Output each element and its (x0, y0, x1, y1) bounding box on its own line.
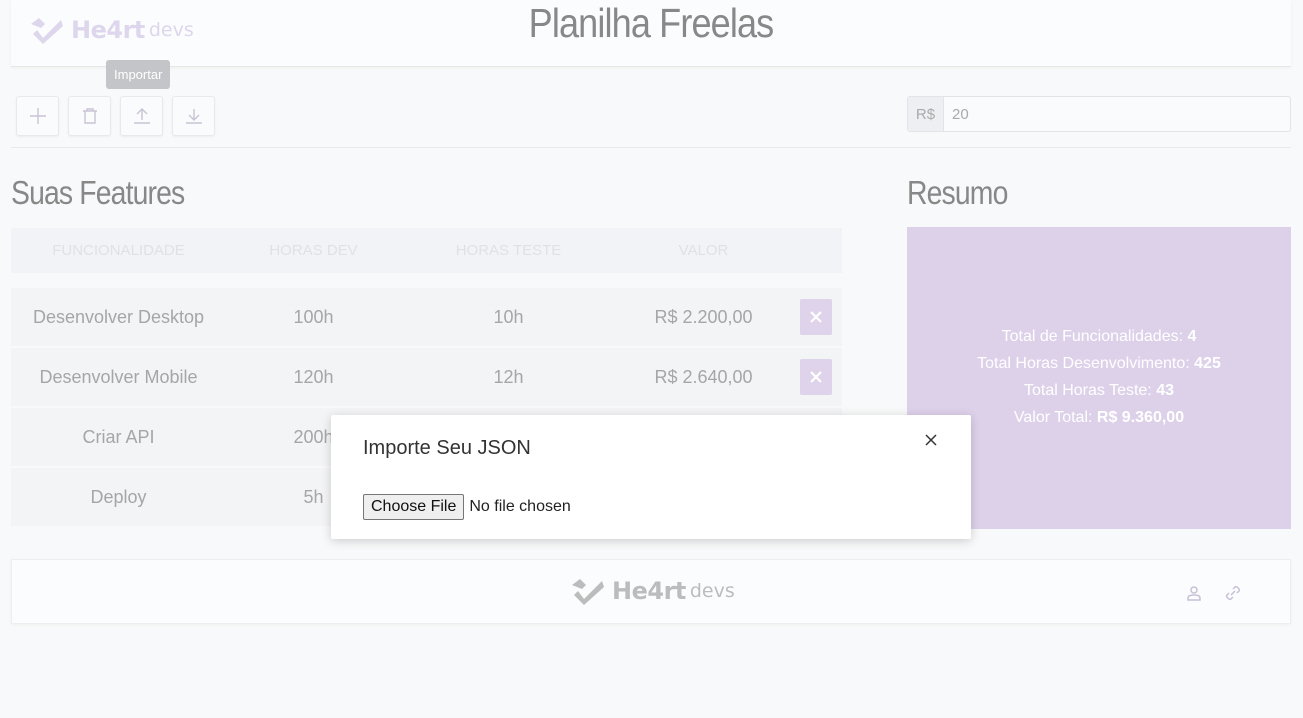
total-value: Valor Total: R$ 9.360,00 (1014, 404, 1184, 431)
features-title: Suas Features (11, 174, 185, 211)
feature-dev-hours: 120h (293, 366, 334, 387)
upload-icon (133, 108, 150, 124)
footer-brand-sub: devs (689, 580, 735, 602)
close-icon (810, 311, 822, 323)
resumo-title: Resumo (907, 174, 1008, 211)
total-features-label: Total de Funcionalidades: (1001, 328, 1184, 345)
user-icon (1187, 586, 1201, 601)
table-row: Desenvolver Desktop 100h 10h R$ 2.200,00 (11, 288, 842, 346)
feature-value: R$ 2.640,00 (654, 366, 753, 387)
page-title: Planilha Freelas (528, 0, 775, 46)
user-link[interactable] (1185, 584, 1203, 602)
total-value-amount: R$ 9.360,00 (1096, 409, 1185, 426)
feature-test-hours: 12h (493, 366, 524, 387)
table-row: Desenvolver Mobile 120h 12h R$ 2.640,00 (11, 348, 842, 406)
modal-title: Importe Seu JSON (363, 437, 531, 459)
feature-dev-hours: 100h (293, 306, 334, 327)
total-features: Total de Funcionalidades: 4 (1002, 323, 1197, 350)
header: He4rt devs Planilha Freelas (11, 0, 1291, 67)
delete-all-button[interactable] (68, 96, 111, 136)
add-icon (29, 108, 46, 124)
import-button[interactable] (120, 96, 163, 136)
footer-brand-name: He4rt (612, 577, 686, 605)
total-dev-hours-label: Total Horas Desenvolvimento: (977, 355, 1190, 372)
total-test-hours: Total Horas Teste: 43 (1024, 377, 1174, 404)
export-button[interactable] (172, 96, 215, 136)
feature-name: Criar API (82, 426, 155, 447)
column-header-horas-teste: HORAS TESTE (455, 242, 562, 259)
import-tooltip: Importar (106, 60, 171, 89)
choose-file-button[interactable]: Choose File (363, 494, 465, 520)
divider (11, 147, 1291, 148)
file-input: Choose File No file chosen (363, 494, 571, 520)
column-header-funcionalidade: FUNCIONALIDADE (52, 242, 185, 259)
total-dev-hours: Total Horas Desenvolvimento: 425 (977, 350, 1221, 377)
total-value-label: Valor Total: (1013, 409, 1093, 426)
feature-name: Desenvolver Desktop (32, 306, 205, 327)
add-button[interactable] (16, 96, 59, 136)
close-icon (810, 371, 822, 383)
trash-icon (82, 108, 97, 124)
feature-name: Deploy (90, 486, 147, 507)
modal-close-button[interactable] (923, 432, 939, 448)
delete-row-button[interactable] (800, 299, 832, 335)
column-header-valor: VALOR (678, 242, 729, 259)
file-status: No file chosen (469, 498, 571, 515)
download-icon (185, 109, 202, 124)
total-dev-hours-value: 425 (1194, 355, 1221, 372)
table-header: FUNCIONALIDADE HORAS DEV HORAS TESTE VAL… (11, 228, 842, 273)
footer: He4rt devs (11, 559, 1291, 624)
delete-row-button[interactable] (800, 359, 832, 395)
heart-check-icon (572, 579, 604, 605)
feature-name: Desenvolver Mobile (39, 366, 198, 387)
feature-value: R$ 2.200,00 (654, 306, 753, 327)
feature-test-hours: 10h (493, 306, 524, 327)
import-modal: Importe Seu JSON Choose File No file cho… (331, 415, 971, 539)
currency-prefix: R$ (908, 97, 944, 131)
total-test-hours-label: Total Horas Teste: (1023, 382, 1152, 399)
total-features-value: 4 (1187, 328, 1197, 345)
column-header-horas-dev: HORAS DEV (269, 242, 358, 259)
link-button[interactable] (1224, 584, 1242, 602)
footer-logo[interactable]: He4rt devs (568, 575, 735, 607)
total-test-hours-value: 43 (1156, 382, 1174, 399)
close-icon (925, 434, 937, 446)
hourly-rate-field: R$ (907, 96, 1291, 132)
link-icon (1225, 585, 1241, 601)
heart-check-icon (31, 18, 63, 44)
hourly-rate-input[interactable] (944, 97, 1290, 131)
